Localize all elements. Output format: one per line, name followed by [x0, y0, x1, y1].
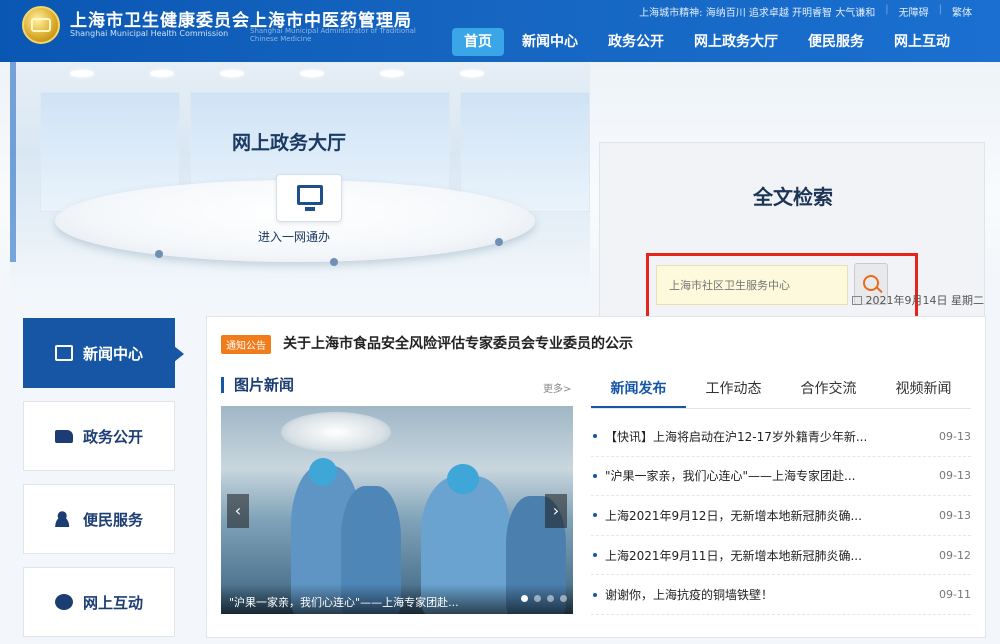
carousel-next-button[interactable]: ›: [545, 494, 567, 528]
more-link[interactable]: 更多>: [543, 380, 571, 395]
news-title[interactable]: 上海2021年9月12日，无新增本地新冠肺炎确...: [605, 507, 925, 524]
disc-dot: [495, 238, 503, 246]
calendar-icon: [851, 296, 862, 305]
ceiling-lamp: [460, 70, 484, 77]
carousel-dot[interactable]: [534, 595, 541, 602]
bullet: [593, 592, 597, 597]
disc-dot: [330, 258, 338, 266]
news-date: 09-11: [939, 588, 971, 602]
nav-online-interaction[interactable]: 网上互动: [882, 28, 962, 56]
sidebar-item-label: 便民服务: [82, 510, 143, 529]
sidebar-item-online-interaction[interactable]: 网上互动: [23, 567, 175, 637]
news-date: 09-12: [939, 548, 971, 562]
nav-online-service-hall[interactable]: 网上政务大厅: [682, 28, 790, 56]
separator: |: [938, 4, 942, 15]
enter-one-net-link[interactable]: 进入一网通办: [258, 228, 330, 245]
news-date: 09-13: [939, 429, 971, 443]
banner-area: 网上政务大厅 进入一网通办 全文检索: [0, 62, 1000, 334]
carousel-dot[interactable]: [547, 595, 554, 602]
sidebar-item-public-services[interactable]: 便民服务: [23, 484, 175, 554]
current-date: 2021年9月14日 星期二: [851, 292, 985, 308]
banner-edge: [10, 62, 16, 262]
news-title[interactable]: 上海2021年9月11日，无新增本地新冠肺炎确...: [605, 547, 925, 564]
monitor-icon[interactable]: [276, 174, 342, 222]
surgical-lamp: [281, 412, 391, 452]
news-date: 09-13: [939, 469, 971, 483]
tab-work-updates[interactable]: 工作动态: [686, 373, 781, 408]
tab-video-news[interactable]: 视频新闻: [876, 373, 971, 408]
disc-dot: [155, 250, 163, 258]
org1-name[interactable]: 上海市卫生健康委员会: [70, 6, 250, 31]
sidebar-item-label: 政务公开: [82, 427, 143, 446]
picture-news-carousel[interactable]: ‹ › "沪果一家亲，我们心连心"——上海专家团赴...: [221, 406, 573, 614]
news-title[interactable]: 【快讯】上海将启动在沪12-17岁外籍青少年新...: [605, 428, 925, 445]
user-check-icon: [54, 511, 73, 527]
ceiling-lamp: [220, 70, 244, 77]
list-item[interactable]: 【快讯】上海将启动在沪12-17岁外籍青少年新... 09-13: [591, 417, 971, 457]
ceiling-lamp: [300, 70, 324, 77]
top-utility-bar: 上海城市精神: 海纳百川 追求卓越 开明睿智 大气谦和 | 无障碍 | 繁体: [639, 4, 972, 19]
news-list: 【快讯】上海将启动在沪12-17岁外籍青少年新... 09-13 "沪果一家亲，我…: [591, 417, 971, 615]
sidebar-item-label: 新闻中心: [82, 344, 143, 363]
nav-public-services[interactable]: 便民服务: [796, 28, 876, 56]
sidebar-item-news-center[interactable]: 新闻中心: [23, 318, 184, 388]
folder-icon: [54, 429, 73, 443]
separator: |: [885, 4, 889, 15]
picture-news-heading: 图片新闻: [221, 377, 294, 393]
chat-bubble-icon: [54, 594, 73, 610]
news-title[interactable]: "沪果一家亲，我们心连心"——上海专家团赴...: [605, 467, 925, 484]
nav-home[interactable]: 首页: [452, 28, 504, 56]
list-item[interactable]: 上海2021年9月11日，无新增本地新冠肺炎确... 09-12: [591, 536, 971, 576]
ceiling-lamp: [70, 70, 94, 77]
bullet: [593, 513, 597, 518]
search-title: 全文检索: [753, 185, 833, 209]
date-text: 2021年9月14日 星期二: [865, 294, 985, 307]
search-input[interactable]: [656, 265, 848, 305]
org1-english-name: Shanghai Municipal Health Commission: [70, 29, 229, 38]
news-panel: 通知公告 关于上海市食品安全风险评估专家委员会专业委员的公示 图片新闻 更多> …: [206, 316, 986, 638]
carousel-dot[interactable]: [560, 595, 567, 602]
hall-title: 网上政务大厅: [232, 132, 347, 154]
news-tabs: 新闻发布 工作动态 合作交流 视频新闻: [591, 373, 971, 409]
list-item[interactable]: 上海2021年9月12日，无新增本地新冠肺炎确... 09-13: [591, 496, 971, 536]
ceiling-lamp: [150, 70, 174, 77]
carousel-indicators: [521, 595, 567, 602]
sidebar-item-government-affairs[interactable]: 政务公开: [23, 401, 175, 471]
news-date: 09-13: [939, 508, 971, 522]
online-service-hall-banner[interactable]: 网上政务大厅 进入一网通办: [10, 62, 590, 292]
traditional-chinese-link[interactable]: 繁体: [952, 4, 972, 19]
ceiling-lamp: [380, 70, 404, 77]
surgical-cap: [447, 464, 479, 494]
main-nav: 首页 新闻中心 政务公开 网上政务大厅 便民服务 网上互动: [452, 28, 968, 56]
bullet: [593, 434, 597, 439]
city-spirit-text: 上海城市精神: 海纳百川 追求卓越 开明睿智 大气谦和: [639, 8, 876, 19]
site-header: 上海市卫生健康委员会 Shanghai Municipal Health Com…: [0, 0, 1000, 62]
nav-government-affairs[interactable]: 政务公开: [596, 28, 676, 56]
newspaper-icon: [54, 345, 73, 361]
bullet: [593, 553, 597, 558]
carousel-prev-button[interactable]: ‹: [227, 494, 249, 528]
tab-cooperation[interactable]: 合作交流: [781, 373, 876, 408]
notice-headline[interactable]: 关于上海市食品安全风险评估专家委员会专业委员的公示: [283, 333, 633, 353]
sidebar-item-label: 网上互动: [82, 593, 143, 612]
emblem-logo-icon[interactable]: [22, 6, 60, 44]
news-title[interactable]: 谢谢你，上海抗疫的铜墙铁壁！: [605, 586, 925, 603]
list-item[interactable]: "沪果一家亲，我们心连心"——上海专家团赴... 09-13: [591, 457, 971, 497]
notice-badge: 通知公告: [221, 335, 271, 354]
surgical-cap: [309, 458, 337, 486]
list-item[interactable]: 谢谢你，上海抗疫的铜墙铁壁！ 09-11: [591, 575, 971, 615]
carousel-dot[interactable]: [521, 595, 528, 602]
nav-news-center[interactable]: 新闻中心: [510, 28, 590, 56]
org2-english-name: Shanghai Municipal Administrator of Trad…: [250, 27, 416, 43]
accessibility-link[interactable]: 无障碍: [899, 4, 929, 19]
tab-news-release[interactable]: 新闻发布: [591, 373, 686, 408]
bullet: [593, 473, 597, 478]
